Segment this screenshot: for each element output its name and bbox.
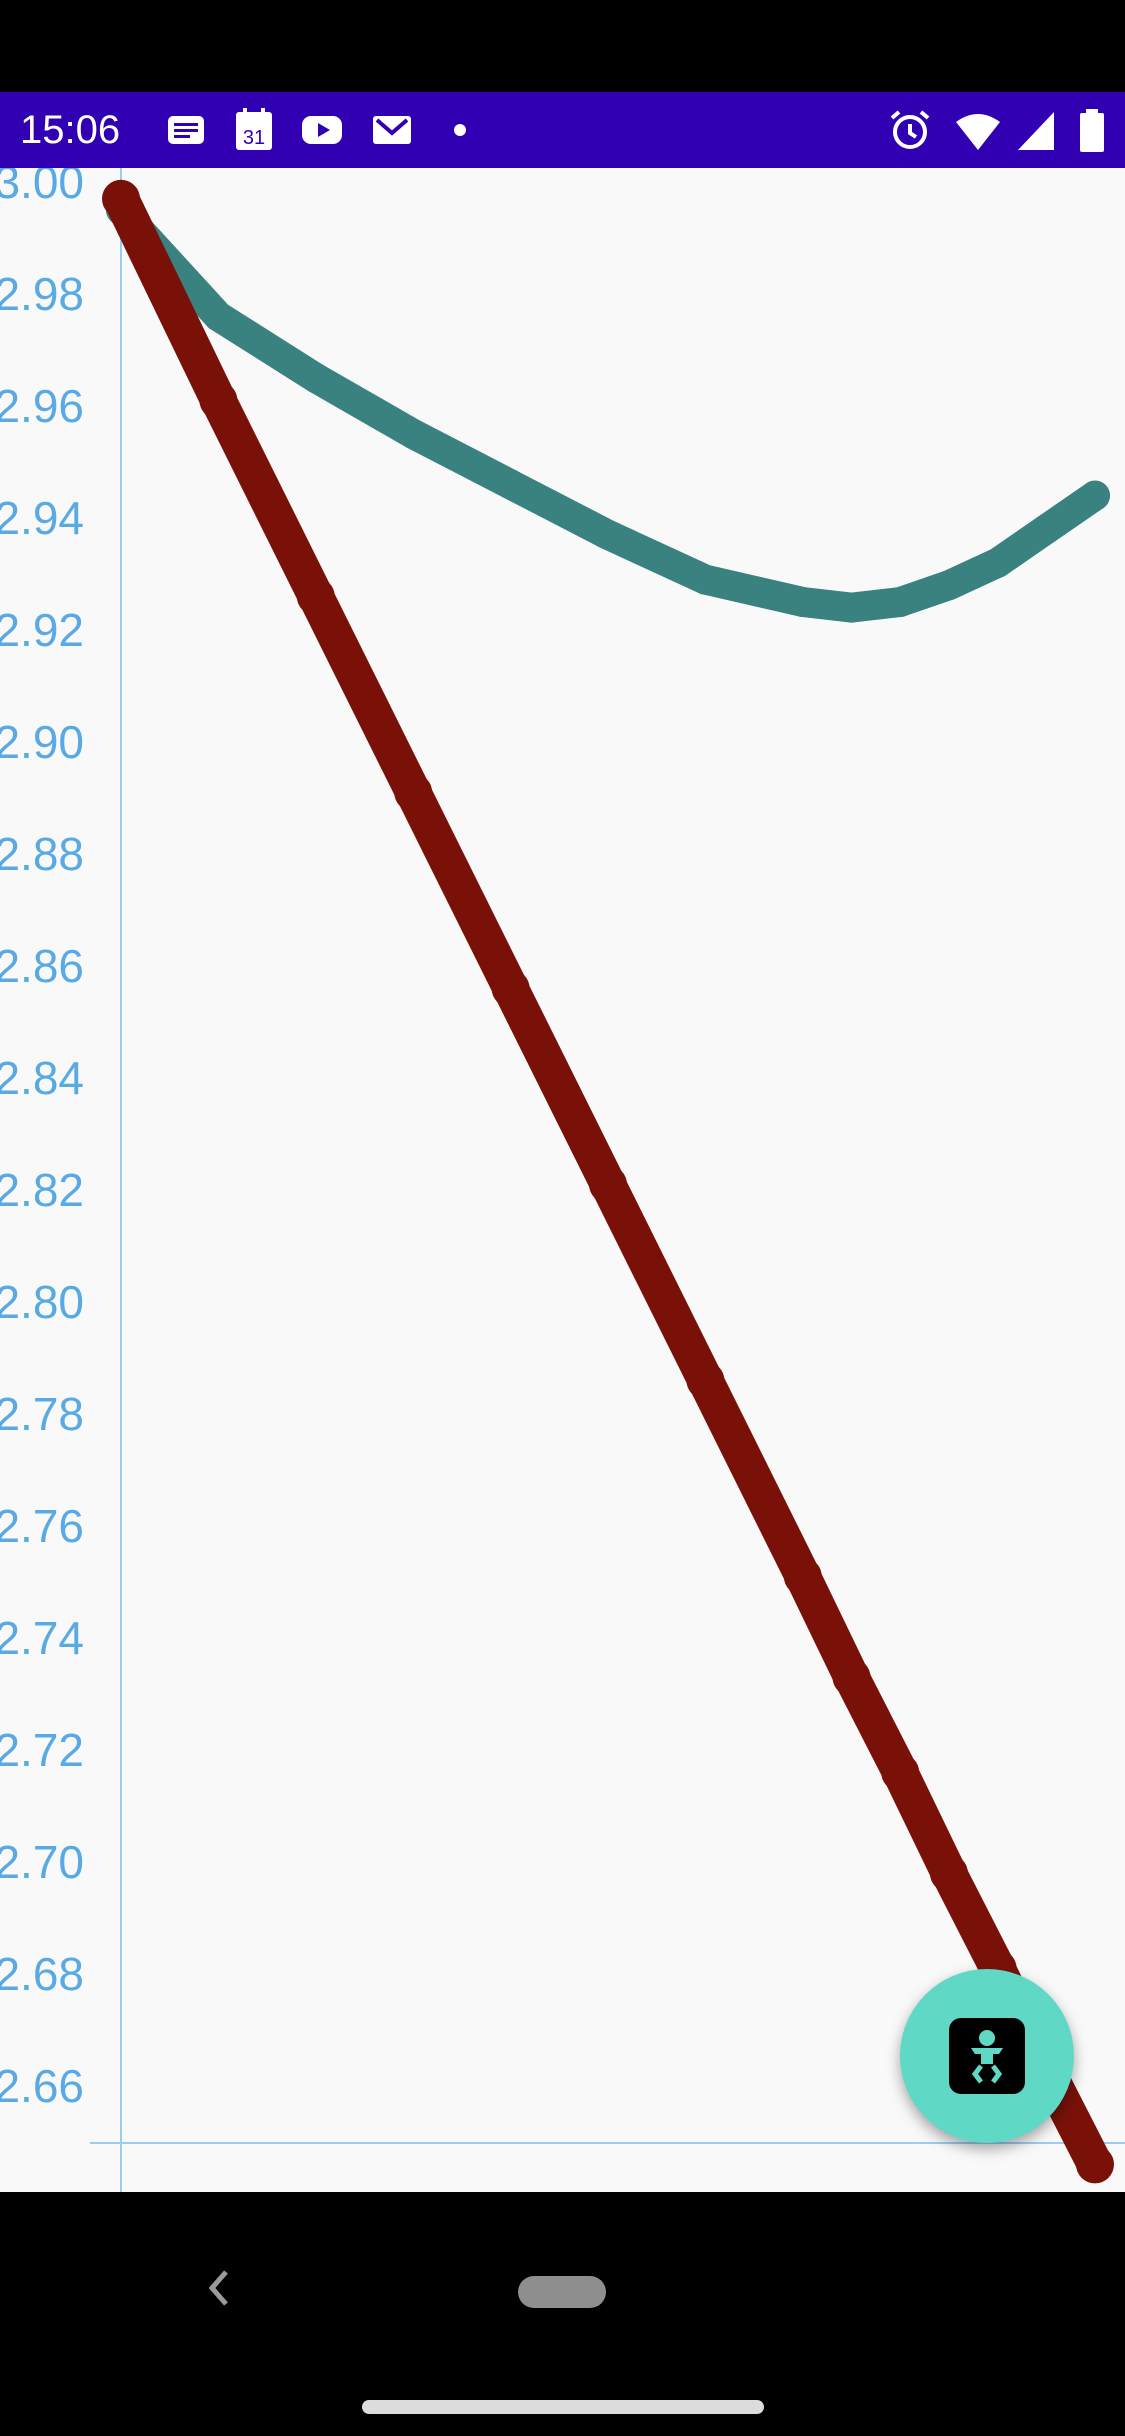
y-tick-label: 2.78 xyxy=(0,1388,84,1440)
y-tick-label: 2.96 xyxy=(0,380,84,432)
series-0 xyxy=(106,195,1110,623)
y-tick-label: 2.72 xyxy=(0,1724,84,1776)
data-point xyxy=(394,773,433,812)
data-point xyxy=(1031,514,1062,545)
y-tick-label: 2.74 xyxy=(0,1612,84,1664)
data-point xyxy=(1080,480,1110,511)
y-tick-label: 2.70 xyxy=(0,1836,84,1888)
y-tick-label: 2.98 xyxy=(0,268,84,320)
y-tick-label: 2.88 xyxy=(0,828,84,880)
y-tick-label: 2.94 xyxy=(0,492,84,544)
fab-button[interactable] xyxy=(900,1969,1074,2143)
dot-icon xyxy=(436,106,484,154)
data-point xyxy=(300,363,331,393)
y-tick-label: 2.66 xyxy=(0,2060,84,2112)
calendar-day: 31 xyxy=(243,127,265,149)
data-point xyxy=(885,587,916,617)
y-tick-label: 2.82 xyxy=(0,1164,84,1216)
cellular-icon xyxy=(1012,106,1060,154)
y-tick-label: 2.84 xyxy=(0,1052,84,1104)
data-point xyxy=(881,1753,920,1792)
wifi-icon xyxy=(954,106,1002,154)
gesture-bar[interactable] xyxy=(362,2400,764,2414)
data-point xyxy=(836,592,867,623)
alarm-icon xyxy=(886,106,934,154)
data-point xyxy=(398,419,429,449)
line-chart: 3.00 2.98 2.96 2.94 2.92 2.90 2.88 2.86 2.84 2.82… xyxy=(0,168,1125,2192)
y-tick-label: 2.80 xyxy=(0,1276,84,1328)
battery-icon xyxy=(1068,106,1116,154)
notes-icon xyxy=(162,106,210,154)
y-tick-label: 2.92 xyxy=(0,604,84,656)
data-point xyxy=(296,577,335,616)
status-time: 15:06 xyxy=(20,108,121,152)
data-point xyxy=(787,587,818,617)
gmail-icon xyxy=(368,106,416,154)
y-tick-label: 2.76 xyxy=(0,1500,84,1552)
data-point xyxy=(933,570,964,601)
home-pill[interactable] xyxy=(518,2276,606,2308)
data-point xyxy=(686,1361,725,1400)
series-1 xyxy=(102,179,1114,2184)
data-point xyxy=(1076,2145,1114,2184)
data-point xyxy=(102,179,140,218)
back-icon[interactable] xyxy=(196,2262,240,2314)
y-tick-label: 3.00 xyxy=(0,168,84,208)
top-black-bar xyxy=(0,0,1125,92)
data-point xyxy=(495,469,526,500)
y-tick-label: 2.86 xyxy=(0,940,84,992)
data-point xyxy=(982,547,1013,578)
chart-area: 3.00 2.98 2.96 2.94 2.92 2.90 2.88 2.86 2.84 2.82… xyxy=(0,168,1125,2192)
data-point xyxy=(203,301,234,332)
y-tick-label: 2.90 xyxy=(0,716,84,768)
y-tick-label: 2.68 xyxy=(0,1948,84,2000)
data-point xyxy=(832,1658,871,1697)
data-point xyxy=(929,1854,968,1893)
baby-icon xyxy=(949,2018,1025,2094)
status-bar: 15:06 31 xyxy=(0,92,1125,168)
data-point xyxy=(593,519,623,550)
calendar-icon: 31 xyxy=(230,106,278,154)
data-point xyxy=(690,564,721,595)
navigation-bar xyxy=(0,2192,1125,2436)
data-point xyxy=(199,381,238,420)
data-point xyxy=(589,1165,627,1204)
data-point xyxy=(783,1557,822,1596)
youtube-icon xyxy=(298,106,346,154)
data-point xyxy=(491,969,530,1008)
